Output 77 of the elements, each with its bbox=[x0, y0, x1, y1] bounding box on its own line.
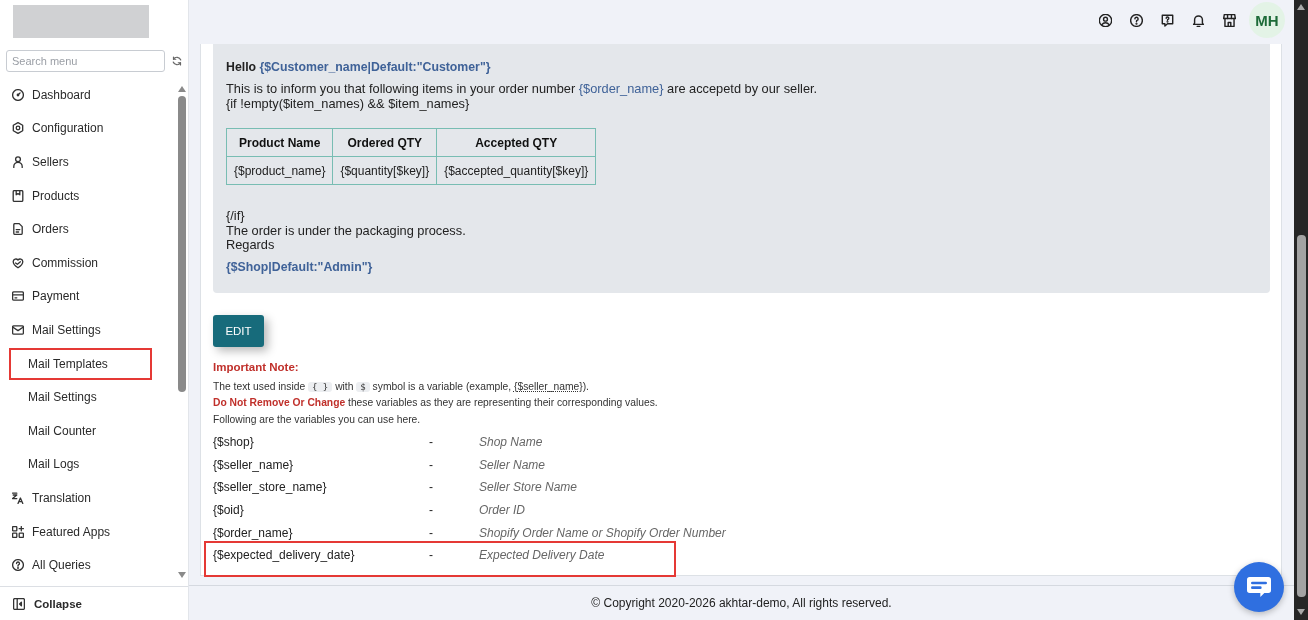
template-condition: {/if} bbox=[226, 209, 246, 224]
menu-item[interactable]: Mail Settings bbox=[0, 313, 176, 347]
person-icon bbox=[12, 156, 24, 168]
table-header-cell: Ordered QTY bbox=[332, 128, 437, 157]
variable-name: {$seller_store_name} bbox=[213, 480, 327, 495]
menu-item[interactable]: Featured Apps bbox=[0, 514, 176, 549]
table-cell: {$product_name} bbox=[226, 156, 333, 185]
separator-dash: - bbox=[429, 435, 433, 450]
variable-name: {$shop} bbox=[213, 435, 254, 450]
menu-item[interactable]: Translation bbox=[0, 481, 176, 515]
translate-icon bbox=[12, 491, 24, 504]
user-avatar[interactable]: MH bbox=[1249, 2, 1285, 38]
menu-item[interactable]: All Queries bbox=[0, 548, 176, 582]
menu-item[interactable]: Commission bbox=[0, 245, 176, 280]
scrollbar-thumb[interactable] bbox=[177, 96, 186, 392]
chat-bubble-icon bbox=[1247, 577, 1271, 597]
help-icon[interactable] bbox=[1130, 13, 1143, 27]
variable-description: Shop Name bbox=[479, 435, 543, 450]
settings-icon bbox=[12, 122, 24, 135]
scroll-down-icon[interactable] bbox=[1297, 609, 1305, 615]
help-icon bbox=[12, 559, 24, 572]
submenu-item[interactable]: Mail Templates bbox=[9, 347, 152, 380]
bell-icon[interactable] bbox=[1192, 13, 1205, 27]
table-header-cell: Accepted QTY bbox=[436, 128, 596, 157]
separator-dash: - bbox=[429, 480, 433, 495]
submenu-item[interactable]: Mail Counter bbox=[9, 414, 152, 447]
copyright-text: © Copyright 2020-2026 akhtar-demo, All rights reserved. bbox=[591, 596, 892, 610]
scrollbar-thumb[interactable] bbox=[1296, 235, 1306, 597]
menu-item[interactable]: Dashboard bbox=[0, 78, 176, 112]
note-title: Important Note: bbox=[213, 359, 300, 374]
sidebar-collapse-icon bbox=[13, 597, 25, 610]
table-cell: {$quantity[$key]} bbox=[332, 156, 437, 185]
variable-description: Seller Name bbox=[479, 457, 546, 472]
credit-card-icon bbox=[12, 290, 24, 303]
heart-icon bbox=[12, 256, 24, 269]
table-header-cell: Product Name bbox=[226, 128, 333, 157]
scroll-up-icon[interactable] bbox=[1297, 4, 1305, 10]
note-text: The text used inside { } with $ symbol is a variable (example, {$seller_name}). bbox=[213, 379, 590, 394]
note-text: Following are the variables you can use here. bbox=[213, 412, 422, 427]
template-text: The order is under the packaging process. bbox=[226, 223, 467, 238]
document-icon bbox=[12, 223, 24, 236]
separator-dash: - bbox=[429, 503, 433, 518]
template-text: Regards bbox=[226, 238, 276, 253]
variable-description: Expected Delivery Date bbox=[479, 548, 605, 563]
submenu-item[interactable]: Mail Logs bbox=[9, 448, 152, 481]
scroll-up-icon[interactable] bbox=[177, 86, 186, 92]
variable-name: {$seller_name} bbox=[213, 457, 294, 472]
separator-dash: - bbox=[429, 525, 433, 540]
menu-item[interactable]: Orders bbox=[0, 212, 176, 246]
gauge-icon bbox=[12, 88, 24, 101]
menu-item[interactable]: Products bbox=[0, 178, 176, 213]
signature-text: {$Shop|Default:"Admin"} bbox=[226, 259, 374, 274]
variable-name: {$expected_delivery_date} bbox=[213, 548, 355, 563]
variable-description: Seller Store Name bbox=[479, 480, 578, 495]
refresh-icon[interactable] bbox=[172, 56, 182, 66]
submenu-item[interactable]: Mail Settings bbox=[9, 381, 152, 414]
separator-dash: - bbox=[429, 457, 433, 472]
chat-button[interactable] bbox=[1234, 562, 1284, 612]
table-cell: {$accepted_quantity[$key]} bbox=[436, 156, 596, 185]
menu-item[interactable]: Sellers bbox=[0, 145, 176, 179]
search-field[interactable]: Search menu bbox=[6, 50, 165, 72]
apps-grid-icon bbox=[12, 525, 24, 538]
variable-description: Shopify Order Name or Shopify Order Number bbox=[479, 525, 726, 540]
store-icon[interactable] bbox=[1223, 13, 1236, 27]
note-text: Do Not Remove Or Change these variables as they are representing their corresponding values. bbox=[213, 396, 659, 410]
greeting-line: Hello {$Customer_name|Default:"Customer"} bbox=[226, 60, 492, 74]
variable-name: {$order_name} bbox=[213, 525, 293, 540]
menu-item[interactable]: Configuration bbox=[0, 111, 176, 146]
scroll-down-icon[interactable] bbox=[177, 572, 186, 578]
template-paragraph: This is to inform you that following items in your order number {$order_name} are accepetd by our seller. {if !empty($item_names) && $item_names} bbox=[226, 81, 819, 111]
envelope-icon bbox=[12, 323, 24, 336]
menu-item[interactable]: Payment bbox=[0, 279, 176, 314]
variable-name: {$oid} bbox=[213, 503, 244, 518]
separator-dash: - bbox=[429, 548, 433, 563]
edit-button[interactable]: EDIT bbox=[213, 314, 264, 347]
message-question-icon[interactable] bbox=[1161, 13, 1174, 27]
variable-description: Order ID bbox=[479, 503, 525, 518]
